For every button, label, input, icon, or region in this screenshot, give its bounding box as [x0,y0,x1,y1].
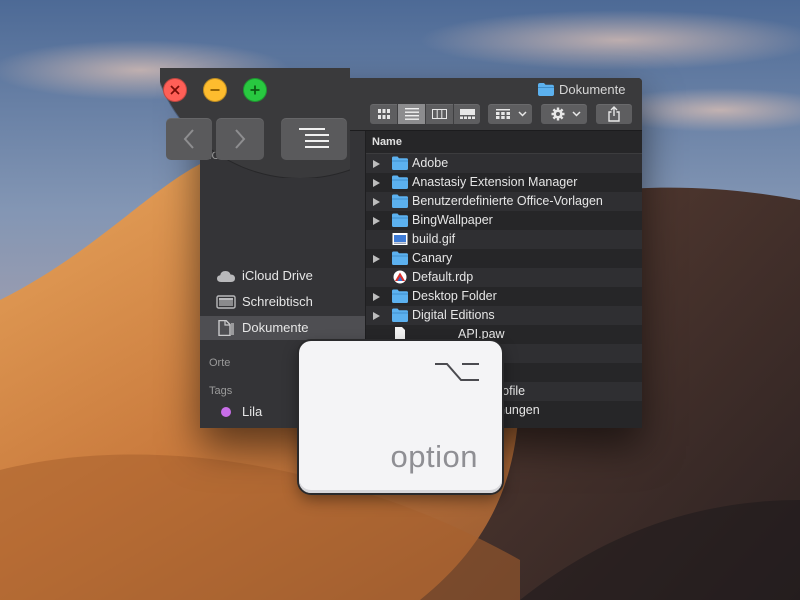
sidebar-item-label: Schreibtisch [242,294,313,309]
list-icon [299,128,329,148]
disclosure-triangle-icon[interactable] [373,179,380,187]
sidebar-list-button[interactable] [281,118,347,160]
sidebar-section-tags: Tags [209,385,233,397]
back-button[interactable] [166,118,212,160]
share-icon [608,106,620,122]
sidebar-tag-label: Grün [242,426,271,428]
close-icon [170,85,180,95]
option-key-overlay: option [299,341,502,493]
file-row[interactable]: Digital Editions [366,306,642,325]
folder-icon [392,251,408,265]
file-name: build.gif [412,232,456,246]
folder-icon [392,194,408,208]
grid-icon [496,109,510,119]
disclosure-triangle-icon[interactable] [373,198,380,206]
sidebar-tag-label: Lila [242,404,263,419]
list-icon [405,108,419,120]
sidebar-item-icloud-drive[interactable]: iCloud Drive [200,264,365,288]
disclosure-triangle-icon[interactable] [373,217,380,225]
share-button[interactable] [596,104,632,124]
gallery-icon [460,109,475,119]
disclosure-triangle-icon[interactable] [373,312,380,320]
sidebar-item-schreibtisch[interactable]: Schreibtisch [200,290,365,314]
forward-button[interactable] [216,118,264,160]
magnifier-overlay [160,68,350,178]
option-key-label: option [390,439,478,474]
folder-icon [538,83,554,96]
view-list-button[interactable] [398,104,426,124]
view-gallery-button[interactable] [454,104,481,124]
zoom-button[interactable] [243,78,267,102]
columns-icon [432,109,447,119]
file-name: hungen [498,403,540,417]
column-header-label: Name [372,136,402,148]
file-name: Adobe [412,156,449,170]
disclosure-triangle-icon[interactable] [373,293,380,301]
file-name: BingWallpaper [412,213,493,227]
folder-icon [392,175,408,189]
view-columns-button[interactable] [426,104,454,124]
view-icons-button[interactable] [370,104,398,124]
chevron-down-icon [572,111,581,117]
remote-desktop-file-icon [392,270,408,284]
cloud-icon [216,268,236,284]
action-gear-button[interactable] [541,104,587,124]
column-header-name[interactable]: Name [366,131,642,154]
folder-icon [392,308,408,322]
file-row[interactable]: Adobe [366,154,642,173]
folder-icon [392,213,408,227]
file-name: Benutzerdefinierte Office-Vorlagen [412,194,603,208]
file-row[interactable]: BingWallpaper [366,211,642,230]
minimize-button[interactable] [203,78,227,102]
file-row[interactable]: Default.rdp [366,268,642,287]
file-row[interactable]: Canary [366,249,642,268]
chevron-left-icon [183,129,194,149]
file-name: Canary [412,251,453,265]
file-name: rofile [498,384,526,398]
gear-icon [551,107,565,121]
group-button[interactable] [488,104,532,124]
image-file-icon [392,232,408,246]
grid-icon [378,109,390,119]
close-button[interactable] [163,78,187,102]
desktop-icon [216,294,236,310]
chevron-down-icon [518,111,527,117]
file-row[interactable]: Desktop Folder [366,287,642,306]
tag-color-dot-icon [221,407,231,417]
file-row[interactable]: Anastasiy Extension Manager [366,173,642,192]
file-row[interactable]: build.gif [366,230,642,249]
disclosure-triangle-icon[interactable] [373,255,380,263]
file-row[interactable]: Benutzerdefinierte Office-Vorlagen [366,192,642,211]
window-title-text: Dokumente [559,82,626,97]
sidebar-item-label: iCloud Drive [242,268,313,283]
option-key-icon [435,363,479,381]
file-name: Anastasiy Extension Manager [412,175,578,189]
window-title: Dokumente [538,82,625,98]
folder-icon [392,289,408,303]
document-icon [216,319,236,337]
minus-icon [210,89,220,91]
folder-icon [392,156,408,170]
file-name: Desktop Folder [412,289,497,303]
disclosure-triangle-icon[interactable] [373,160,380,168]
view-mode-control [370,104,480,124]
file-icon [392,327,408,341]
file-name: Digital Editions [412,308,495,322]
file-name: Default.rdp [412,270,474,284]
sidebar-item-label: Dokumente [242,320,309,335]
plus-icon [250,85,260,95]
chevron-right-icon [235,129,246,149]
sidebar-item-dokumente[interactable]: Dokumente [200,316,365,340]
sidebar-section-places: Orte [209,357,231,369]
